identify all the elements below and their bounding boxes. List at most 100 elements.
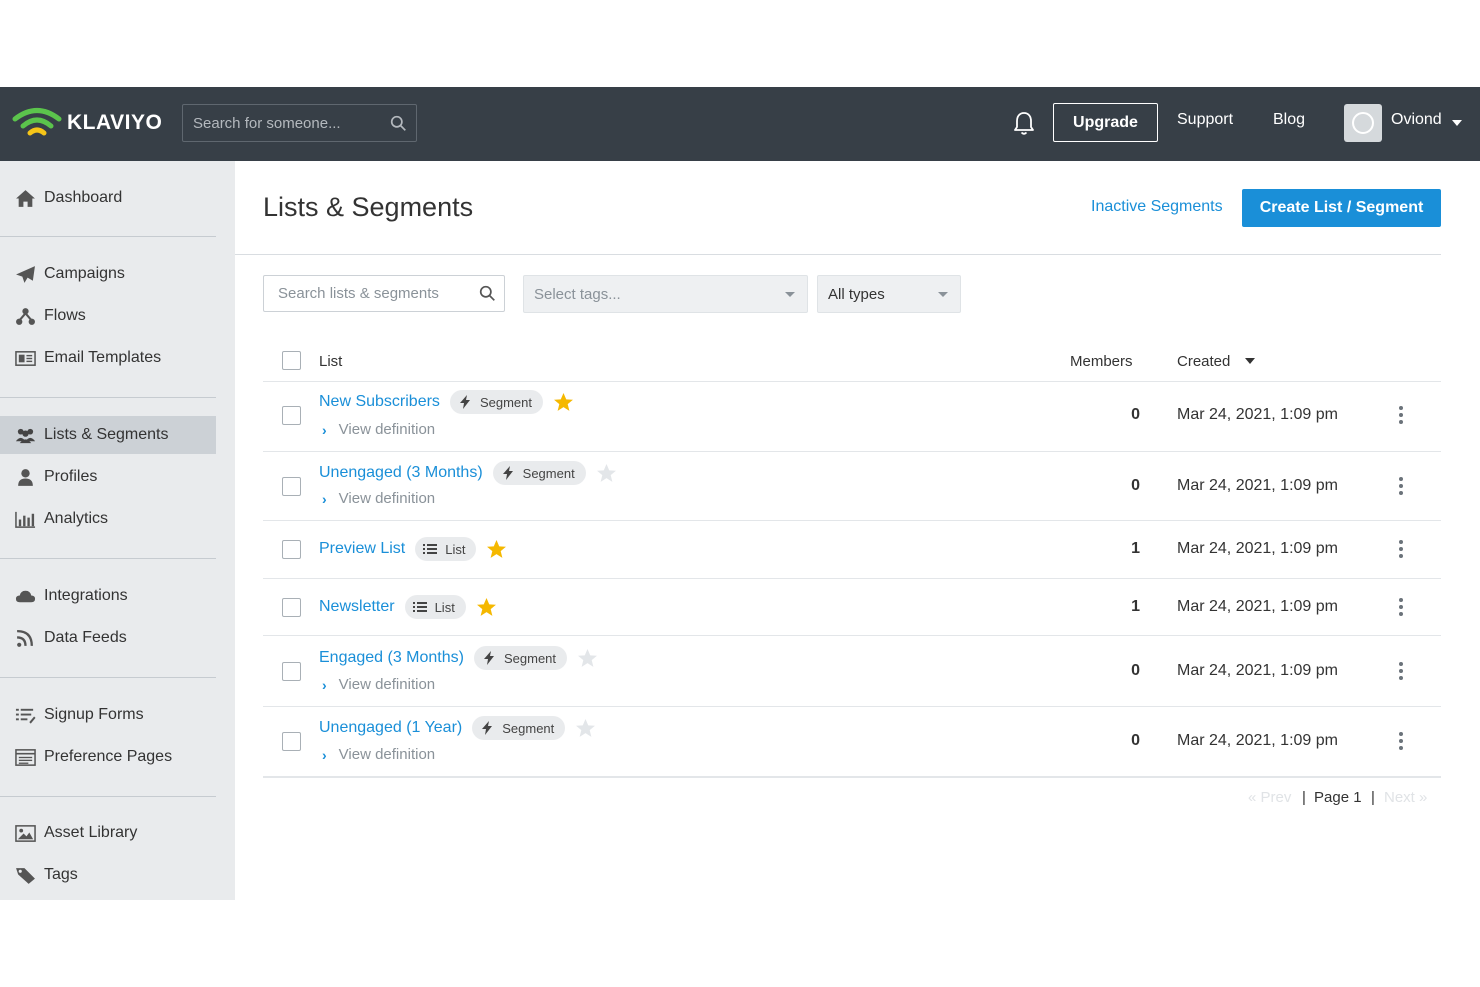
form-icon [15,708,36,724]
column-header-created[interactable]: Created [1177,353,1230,370]
sidebar-item-campaigns[interactable]: Campaigns [0,255,216,293]
chevron-right-icon: › [322,421,327,438]
column-header-members[interactable]: Members [1070,353,1133,370]
list-name-link[interactable]: Unengaged (1 Year) [319,719,462,737]
sidebar-divider [0,677,216,678]
bell-icon[interactable] [1012,110,1036,136]
email-template-icon [14,350,36,366]
table-divider [263,381,1441,382]
table-divider [263,776,1441,778]
tags-select[interactable]: Select tags... [523,275,808,313]
star-empty-icon[interactable] [577,648,598,669]
sidebar-item-label: Profiles [44,468,98,485]
lists-search-input[interactable] [264,276,504,311]
view-definition-toggle[interactable]: › View definition [322,676,435,693]
sidebar-item-signup-forms[interactable]: Signup Forms [0,696,216,734]
sidebar-divider [0,558,216,559]
row-checkbox[interactable] [282,732,301,751]
view-definition-label: View definition [338,490,436,507]
sidebar-item-asset-library[interactable]: Asset Library [0,814,216,852]
row-more-options-icon[interactable] [1396,598,1406,618]
row-checkbox[interactable] [282,662,301,681]
sidebar-item-flows[interactable]: Flows [0,297,216,335]
pagination-prev[interactable]: « Prev [1248,789,1291,806]
sidebar: Dashboard Campaigns Flows Email Template… [0,161,235,900]
list-name-link[interactable]: New Subscribers [319,393,440,411]
row-title: Newsletter List [319,595,497,619]
page-title: Lists & Segments [263,192,474,222]
chevron-down-icon[interactable] [1452,120,1462,126]
support-link[interactable]: Support [1177,111,1233,129]
klaviyo-logo[interactable]: KLAVIYO [12,105,162,141]
view-definition-label: View definition [338,746,436,763]
type-select-value: All types [828,285,885,303]
list-name-link[interactable]: Preview List [319,540,405,558]
sidebar-divider [0,796,216,797]
row-more-options-icon[interactable] [1396,540,1406,560]
table-divider [263,706,1441,707]
global-search-input[interactable] [183,105,416,141]
star-filled-icon[interactable] [553,392,574,413]
sort-descending-icon[interactable] [1245,358,1255,364]
type-badge: Segment [449,390,543,414]
sidebar-item-lists-segments[interactable]: Lists & Segments [0,416,216,454]
inactive-segments-link[interactable]: Inactive Segments [1091,198,1223,216]
list-name-link[interactable]: Engaged (3 Months) [319,649,464,667]
klaviyo-wifi-icon [12,108,62,136]
row-title: Engaged (3 Months) Segment [319,646,598,670]
sidebar-item-label: Dashboard [44,189,123,206]
sidebar-item-label: Campaigns [44,265,125,282]
search-icon[interactable] [390,115,407,132]
sidebar-item-dashboard[interactable]: Dashboard [0,179,216,217]
type-badge-label: List [434,599,455,615]
star-filled-icon[interactable] [476,597,497,618]
list-name-link[interactable]: Unengaged (3 Months) [319,464,483,482]
sidebar-item-email-templates[interactable]: Email Templates [0,339,216,377]
sidebar-item-data-feeds[interactable]: Data Feeds [0,619,216,657]
pagination-next[interactable]: Next » [1384,789,1427,806]
select-all-checkbox[interactable] [282,351,301,370]
view-definition-toggle[interactable]: › View definition [322,490,435,507]
column-header-list[interactable]: List [319,353,342,370]
row-more-options-icon[interactable] [1396,662,1406,682]
type-select[interactable]: All types [817,275,961,313]
preference-page-icon [14,748,36,766]
sidebar-item-label: Integrations [44,587,128,604]
create-list-segment-button[interactable]: Create List / Segment [1242,189,1441,227]
row-title: Unengaged (1 Year) Segment [319,716,596,740]
row-checkbox[interactable] [282,406,301,425]
row-more-options-icon[interactable] [1396,477,1406,497]
global-search[interactable] [182,104,417,142]
lists-search[interactable] [263,275,505,312]
sidebar-divider [0,397,216,398]
star-filled-icon[interactable] [486,539,507,560]
sidebar-item-preference-pages[interactable]: Preference Pages [0,738,216,776]
upgrade-button[interactable]: Upgrade [1053,103,1158,142]
avatar[interactable] [1344,104,1382,142]
created-date: Mar 24, 2021, 1:09 pm [1177,406,1338,423]
sidebar-item-tags[interactable]: Tags [0,856,216,894]
chevron-down-icon [938,292,948,297]
table-divider [263,578,1441,579]
row-more-options-icon[interactable] [1396,406,1406,426]
pagination-current-page: Page 1 [1314,789,1362,806]
row-checkbox[interactable] [282,477,301,496]
row-checkbox[interactable] [282,598,301,617]
row-more-options-icon[interactable] [1396,732,1406,752]
user-menu-name[interactable]: Oviond [1391,111,1442,129]
star-empty-icon[interactable] [575,718,596,739]
sidebar-item-analytics[interactable]: Analytics [0,500,216,538]
type-badge-label: Segment [479,394,532,410]
sidebar-item-profiles[interactable]: Profiles [0,458,216,496]
view-definition-toggle[interactable]: › View definition [322,421,435,438]
row-checkbox[interactable] [282,540,301,559]
search-icon[interactable] [479,285,496,302]
members-count: 0 [1131,662,1140,679]
sidebar-item-label: Data Feeds [44,629,127,646]
blog-link[interactable]: Blog [1273,111,1305,129]
list-name-link[interactable]: Newsletter [319,598,395,616]
star-empty-icon[interactable] [596,463,617,484]
type-badge-label: Segment [503,650,557,666]
sidebar-item-integrations[interactable]: Integrations [0,577,216,615]
view-definition-toggle[interactable]: › View definition [322,746,435,763]
